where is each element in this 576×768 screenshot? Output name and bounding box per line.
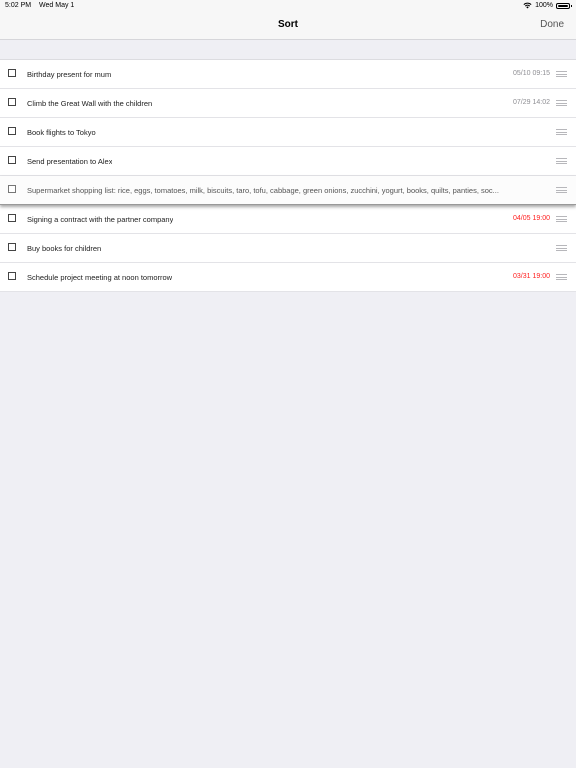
page-title: Sort	[278, 19, 298, 30]
task-title: Signing a contract with the partner comp…	[27, 215, 174, 224]
task-due-date: 05/10 09:15	[513, 70, 550, 77]
status-bar: 5:02 PM Wed May 1 100%	[0, 0, 576, 12]
status-time: 5:02 PM	[5, 2, 32, 9]
task-row[interactable]: Buy books for children	[0, 234, 576, 263]
done-button[interactable]: Done	[540, 19, 564, 30]
task-row[interactable]: Climb the Great Wall with the children 07…	[0, 89, 576, 118]
task-row[interactable]: Send presentation to Alex	[0, 147, 576, 176]
task-checkbox[interactable]	[8, 185, 16, 193]
task-row[interactable]: Signing a contract with the partner comp…	[0, 205, 576, 234]
task-checkbox[interactable]	[8, 127, 16, 135]
status-date: Wed May 1	[39, 2, 75, 9]
battery-icon	[556, 2, 572, 9]
wifi-icon	[523, 2, 532, 9]
task-row[interactable]: Book flights to Tokyo	[0, 118, 576, 147]
reorder-handle-icon[interactable]	[556, 71, 567, 77]
reorder-handle-icon[interactable]	[556, 245, 567, 251]
battery-percent: 100%	[535, 2, 553, 9]
reorder-handle-icon[interactable]	[556, 158, 567, 164]
task-checkbox[interactable]	[8, 214, 16, 222]
navigation-bar: Sort Done	[0, 12, 576, 40]
task-title: Send presentation to Alex	[27, 157, 113, 166]
task-title: Supermarket shopping list: rice, eggs, t…	[27, 186, 499, 195]
task-checkbox[interactable]	[8, 156, 16, 164]
task-title: Buy books for children	[27, 244, 102, 253]
status-right: 100%	[523, 2, 572, 9]
task-row[interactable]: Supermarket shopping list: rice, eggs, t…	[0, 176, 576, 205]
reorder-handle-icon[interactable]	[556, 100, 567, 106]
task-list: Birthday present for mum 05/10 09:15 Climb…	[0, 59, 576, 292]
reorder-handle-icon[interactable]	[556, 216, 567, 222]
task-due-date: 07/29 14:02	[513, 99, 550, 106]
task-checkbox[interactable]	[8, 98, 16, 106]
task-title: Birthday present for mum	[27, 70, 112, 79]
task-checkbox[interactable]	[8, 243, 16, 251]
reorder-handle-icon[interactable]	[556, 129, 567, 135]
task-row[interactable]: Schedule project meeting at noon tomorro…	[0, 263, 576, 292]
task-checkbox[interactable]	[8, 272, 16, 280]
status-left: 5:02 PM Wed May 1	[5, 2, 80, 9]
task-due-date: 04/05 19:00	[513, 215, 550, 222]
reorder-handle-icon[interactable]	[556, 274, 567, 280]
task-checkbox[interactable]	[8, 69, 16, 77]
task-due-date: 03/31 19:00	[513, 273, 550, 280]
task-title: Book flights to Tokyo	[27, 128, 96, 137]
task-title: Climb the Great Wall with the children	[27, 99, 153, 108]
task-row[interactable]: Birthday present for mum 05/10 09:15	[0, 60, 576, 89]
task-title: Schedule project meeting at noon tomorro…	[27, 273, 173, 282]
reorder-handle-icon[interactable]	[556, 187, 567, 193]
